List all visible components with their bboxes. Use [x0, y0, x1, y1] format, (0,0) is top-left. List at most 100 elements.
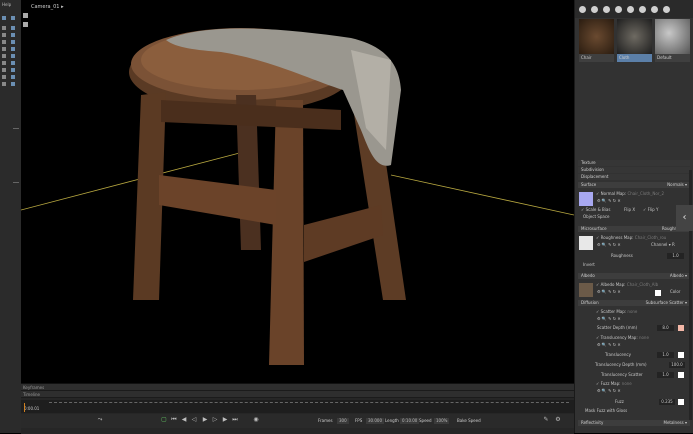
- translucency-color-swatch[interactable]: [678, 352, 684, 358]
- bake-speed-label[interactable]: Bake Speed: [457, 414, 481, 428]
- eye-icon[interactable]: [11, 82, 15, 86]
- collapse-panel-icon[interactable]: ‹: [676, 205, 693, 231]
- sphere-icon[interactable]: [651, 6, 658, 13]
- material-label-chair[interactable]: Chair: [579, 54, 614, 62]
- list-icon[interactable]: [2, 26, 6, 30]
- play-icon[interactable]: ▶: [202, 417, 208, 423]
- delete-icon[interactable]: [603, 6, 610, 13]
- section-displacement[interactable]: Displacement: [578, 174, 690, 180]
- eye-icon[interactable]: [11, 61, 15, 65]
- time-ruler[interactable]: 0:00.01: [21, 400, 574, 413]
- fps-field[interactable]: 30.000: [366, 418, 384, 424]
- import-icon[interactable]: [615, 6, 622, 13]
- section-subdivision[interactable]: Subdivision: [578, 167, 690, 173]
- roughness-field[interactable]: 1.0: [667, 253, 684, 259]
- skip-end-icon[interactable]: ⏭: [232, 417, 238, 423]
- keyframes-row[interactable]: Keyframes: [21, 384, 574, 391]
- fuzz-field[interactable]: 0.235: [659, 399, 675, 405]
- eye-icon[interactable]: [11, 40, 15, 44]
- eye-icon[interactable]: [11, 26, 15, 30]
- list-icon[interactable]: [2, 61, 6, 65]
- scatter-depth-field[interactable]: 8.0: [657, 325, 674, 331]
- fuzz-color-swatch[interactable]: [678, 399, 684, 405]
- save-icon[interactable]: [627, 6, 634, 13]
- channel-select[interactable]: Channel ▾ R: [651, 242, 675, 248]
- flip-x-checkbox[interactable]: Flip X: [624, 207, 635, 213]
- list-icon[interactable]: [2, 47, 6, 51]
- new-material-icon[interactable]: [579, 6, 586, 13]
- next-key-icon[interactable]: ▶: [222, 417, 228, 423]
- speed-field[interactable]: 100%: [434, 418, 450, 424]
- 3d-viewport[interactable]: Camera_01 ▸: [21, 0, 574, 383]
- list-icon[interactable]: [2, 54, 6, 58]
- section-texture[interactable]: Texture: [578, 160, 690, 166]
- list-icon[interactable]: [2, 68, 6, 72]
- surface-mode-select[interactable]: Normals ▾: [667, 182, 687, 188]
- scale-bias-checkbox[interactable]: ✓ Scale & Bias: [581, 207, 610, 213]
- section-reflectivity[interactable]: Reflectivity Metalness ▾: [578, 420, 690, 426]
- albedo-color-swatch[interactable]: [655, 290, 661, 296]
- list-icon[interactable]: [2, 82, 6, 86]
- normal-map-toggle[interactable]: ✓ Normal Map: Chair_Cloth_Nor_2: [596, 191, 664, 197]
- translucency-scatter-swatch[interactable]: [678, 372, 684, 378]
- diffusion-mode-select[interactable]: Subsurface Scatter ▾: [646, 300, 687, 306]
- eye-icon[interactable]: [11, 75, 15, 79]
- material-thumb-cloth[interactable]: [617, 19, 652, 54]
- loop-icon[interactable]: ▢: [161, 417, 167, 423]
- eyedropper-icon[interactable]: [639, 6, 646, 13]
- timeline-row[interactable]: Timeline: [21, 391, 574, 398]
- step-forward-icon[interactable]: ▷: [212, 417, 218, 423]
- reflectivity-mode-select[interactable]: Metalness ▾: [664, 420, 688, 426]
- translucency-field[interactable]: 1.0: [657, 352, 674, 358]
- section-diffusion[interactable]: Diffusion Subsurface Scatter ▾: [578, 300, 690, 306]
- list-icon[interactable]: [2, 40, 6, 44]
- list-icon[interactable]: [2, 75, 6, 79]
- section-albedo[interactable]: Albedo Albedo ▾: [578, 273, 690, 279]
- eye-icon[interactable]: [11, 54, 15, 58]
- fuzz-map-toggle[interactable]: ✓ Fuzz Map: none: [596, 381, 632, 387]
- albedo-mode-select[interactable]: Albedo ▾: [670, 273, 687, 279]
- material-label-cloth[interactable]: Cloth: [617, 54, 652, 62]
- info-icon[interactable]: [663, 6, 670, 13]
- eye-icon[interactable]: [11, 47, 15, 51]
- settings-icon[interactable]: ⚙: [555, 417, 561, 423]
- map-tools-icons[interactable]: ⚙ 🔍 ✎ ↻ ✕: [597, 388, 621, 394]
- invert-checkbox[interactable]: Invert: [583, 262, 595, 268]
- normal-map-swatch[interactable]: [579, 192, 593, 206]
- map-tools-icons[interactable]: ⚙ 🔍 ✎ ↻ ✕: [597, 289, 621, 295]
- map-tools-icons[interactable]: ⚙ 🔍 ✎ ↻ ✕: [597, 342, 621, 348]
- playhead[interactable]: [24, 403, 25, 412]
- skip-start-icon[interactable]: ⏮: [171, 417, 177, 423]
- eye-icon[interactable]: [11, 68, 15, 72]
- eye-icon[interactable]: [11, 33, 15, 37]
- roughness-map-toggle[interactable]: ✓ Roughness Map: Chair_Cloth_rou: [596, 235, 666, 241]
- help-menu[interactable]: Help: [2, 2, 11, 7]
- record-icon[interactable]: ◉: [253, 417, 259, 423]
- list-icon[interactable]: [2, 33, 6, 37]
- translucency-scatter-field[interactable]: 1.0: [657, 372, 674, 378]
- prev-key-icon[interactable]: ◀: [181, 417, 187, 423]
- flip-y-checkbox[interactable]: ✓ Flip Y: [643, 207, 658, 213]
- roughness-map-swatch[interactable]: [579, 236, 593, 250]
- translucency-map-toggle[interactable]: ✓ Translucency Map: none: [596, 335, 649, 341]
- scatter-map-toggle[interactable]: ✓ Scatter Map: none: [596, 309, 637, 315]
- albedo-map-swatch[interactable]: [579, 283, 593, 297]
- object-space-checkbox[interactable]: Object Space: [583, 214, 610, 220]
- albedo-map-toggle[interactable]: ✓ Albedo Map: Chair_Cloth_Alb: [596, 282, 658, 288]
- frames-field[interactable]: 300: [337, 418, 349, 424]
- duplicate-icon[interactable]: [591, 6, 598, 13]
- section-microsurface[interactable]: Microsurface Roughness ▾: [578, 226, 690, 232]
- step-back-icon[interactable]: ◁: [191, 417, 197, 423]
- tool-icon[interactable]: [11, 16, 15, 20]
- section-surface[interactable]: Surface Normals ▾: [578, 182, 690, 188]
- mask-fuzz-checkbox[interactable]: Mask Fuzz with Gloss: [585, 408, 627, 414]
- length-field[interactable]: 0:10.00: [400, 418, 420, 424]
- curve-icon[interactable]: ⤳: [97, 417, 103, 423]
- scatter-color-swatch[interactable]: [678, 325, 684, 331]
- translucency-depth-field[interactable]: 100.0: [669, 362, 685, 368]
- tool-icon[interactable]: [2, 16, 6, 20]
- material-label-default[interactable]: Default: [655, 54, 690, 62]
- material-thumb-chair[interactable]: [579, 19, 614, 54]
- map-tools-icons[interactable]: ⚙ 🔍 ✎ ↻ ✕: [597, 242, 621, 248]
- key-icon[interactable]: ✎: [543, 417, 549, 423]
